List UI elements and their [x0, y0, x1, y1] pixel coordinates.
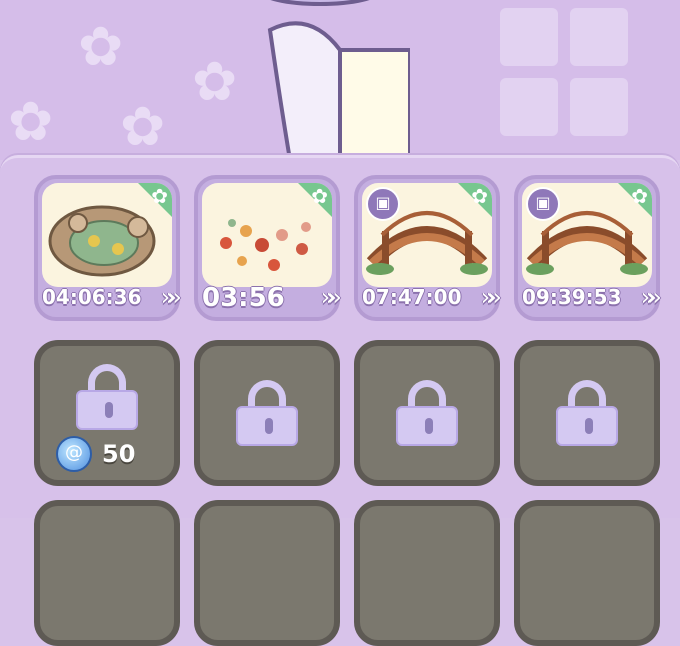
locked-slot[interactable]	[354, 500, 500, 646]
locked-slot[interactable]	[34, 500, 180, 646]
unlock-cost-value: 50	[102, 440, 136, 468]
locked-slot-purchasable[interactable]: @ 50	[34, 340, 180, 486]
lock-icon	[556, 380, 618, 446]
fast-forward-icon[interactable]: »»	[161, 283, 183, 311]
slot-timer: 09:39:53	[522, 285, 622, 309]
window-pane	[570, 8, 628, 66]
flower-decoration: ✿	[78, 15, 124, 78]
locked-slot[interactable]	[194, 340, 340, 486]
item-card: ✿ ▣	[362, 183, 492, 287]
item-card: ✿	[42, 183, 172, 287]
slot-timer: 03:56	[202, 283, 285, 313]
gear-icon: ✿	[471, 184, 488, 208]
storage-pack-icon: ▣	[526, 187, 560, 221]
lock-icon	[76, 363, 138, 430]
slot-timer: 07:47:00	[362, 285, 462, 309]
lock-icon	[236, 380, 298, 446]
slot-leaves[interactable]: ✿ 03:56 »»	[194, 175, 343, 321]
flower-decoration: ✿	[8, 90, 54, 153]
gear-icon: ✿	[151, 184, 168, 208]
locked-slot[interactable]	[354, 340, 500, 486]
slot-lily-pond[interactable]: ✿ 04:06:36 »»	[34, 175, 183, 321]
flower-decoration: ✿	[120, 95, 166, 158]
storage-pack-icon: ▣	[366, 187, 400, 221]
gear-icon: ✿	[311, 184, 328, 208]
slot-timer: 04:06:36	[42, 285, 142, 309]
scene-background: ✿ ✿ ✿ ✿	[0, 0, 680, 160]
window-pane	[570, 78, 628, 136]
lock-icon	[396, 380, 458, 446]
item-card: ✿	[202, 183, 332, 287]
locked-slot[interactable]	[194, 500, 340, 646]
gear-icon: ✿	[631, 184, 648, 208]
unlock-cost: @ 50	[56, 436, 135, 472]
locked-slot[interactable]	[514, 340, 660, 486]
slot-bridge-1[interactable]: ✿ ▣ 07:47:00 »»	[354, 175, 503, 321]
slot-bridge-2[interactable]: ✿ ▣ 09:39:53 »»	[514, 175, 663, 321]
spiral-orb-icon: @	[56, 436, 92, 472]
character-figure	[267, 0, 410, 160]
fast-forward-icon[interactable]: »»	[481, 283, 503, 311]
item-card: ✿ ▣	[522, 183, 652, 287]
window-pane	[500, 78, 558, 136]
window-pane	[500, 8, 558, 66]
locked-slot[interactable]	[514, 500, 660, 646]
flower-decoration: ✿	[192, 50, 238, 113]
fast-forward-icon[interactable]: »»	[641, 283, 663, 311]
fast-forward-icon[interactable]: »»	[321, 283, 343, 311]
